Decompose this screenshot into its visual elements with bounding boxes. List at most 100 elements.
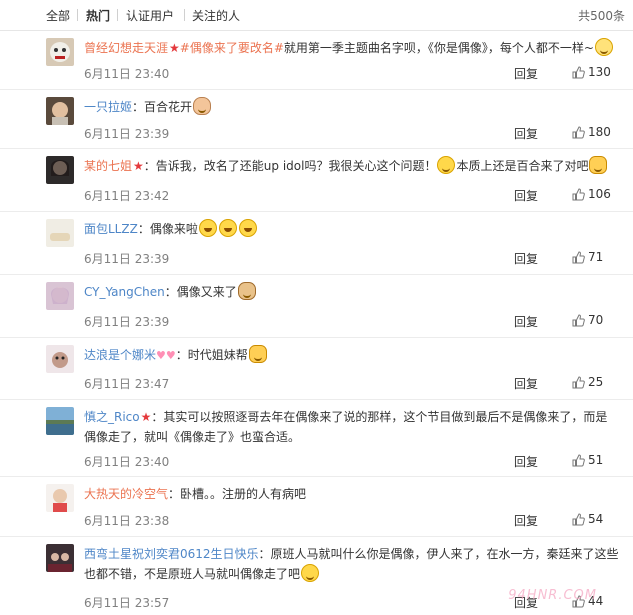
like-button[interactable]: 51 (572, 453, 603, 467)
butterfly-badge-icon: ♥♥ (156, 349, 176, 362)
thinking-emoji-icon (594, 38, 613, 56)
comment-date: 6月11日 23:39 (84, 127, 170, 141)
thumbs-up-icon (572, 187, 585, 201)
dog-emoji-icon (237, 282, 256, 300)
avatar[interactable] (46, 156, 74, 184)
topic-link[interactable]: #偶像来了要改名# (180, 41, 284, 55)
comment-date: 6月11日 23:40 (84, 455, 170, 469)
like-button[interactable]: 70 (572, 313, 603, 327)
tab-divider (117, 9, 118, 21)
comment-body: 一只拉姬：百合花开 (84, 97, 619, 117)
comment-item: CY_YangChen：偶像又来了 6月11日 23:39 回复 70 (0, 274, 633, 338)
reply-button[interactable]: 回复 (514, 187, 538, 204)
like-count: 71 (588, 250, 604, 264)
comment-username[interactable]: 一只拉姬 (84, 100, 132, 114)
comment-username[interactable]: 达浪是个娜米 (84, 348, 156, 362)
like-count: 51 (588, 453, 604, 467)
reply-button[interactable]: 回复 (514, 313, 538, 330)
comment-item: 某的七姐★：告诉我，改名了还能up idol吗？我很关心这个问题！ 本质上还是百合… (0, 148, 633, 212)
comment-total-count: 共500条 (578, 9, 625, 23)
reply-button[interactable]: 回复 (514, 453, 538, 470)
like-button[interactable]: 130 (572, 65, 611, 79)
comment-body: CY_YangChen：偶像又来了 (84, 282, 619, 302)
thumbs-up-icon (572, 512, 585, 526)
cat-emoji-icon (248, 345, 267, 363)
like-count: 54 (588, 512, 604, 526)
comment-body: 达浪是个娜米♥♥：时代姐妹帮 (84, 345, 619, 366)
comment-date: 6月11日 23:42 (84, 189, 170, 203)
tab-verified[interactable]: 认证用户 (126, 7, 174, 24)
comment-text: ：时代姐妹帮 (175, 348, 248, 362)
comment-username[interactable]: 大热天的冷空气 (84, 487, 168, 501)
comment-text: ：百合花开 (132, 100, 193, 114)
comment-username[interactable]: 慎之_Rico (84, 410, 140, 424)
thumbs-up-icon (572, 65, 585, 79)
avatar[interactable] (46, 484, 74, 512)
thumbs-up-icon (572, 125, 585, 139)
tab-hot[interactable]: 热门 (86, 7, 110, 24)
comment-text: ：偶像来啦 (137, 222, 198, 236)
comment-filter-tabs: 全部 热门 认证用户 关注的人 共500条 (0, 0, 633, 31)
like-count: 70 (588, 313, 604, 327)
comment-body: 某的七姐★：告诉我，改名了还能up idol吗？我很关心这个问题！ 本质上还是百合… (84, 156, 619, 176)
comment-date: 6月11日 23:40 (84, 67, 170, 81)
like-button[interactable]: 106 (572, 187, 611, 201)
like-count: 25 (588, 375, 604, 389)
laughing-emoji-icon (198, 219, 217, 237)
like-count: 106 (588, 187, 611, 201)
smile-emoji-icon (437, 156, 456, 174)
avatar[interactable] (46, 219, 74, 247)
comment-date: 6月11日 23:57 (84, 596, 170, 610)
vip-star-icon: ★ (133, 159, 144, 173)
thumbs-up-icon (572, 250, 585, 264)
comment-item: 大热天的冷空气：卧槽。。注册的人有病吧 6月11日 23:38 回复 54 (0, 476, 633, 537)
like-button[interactable]: 25 (572, 375, 603, 389)
like-button[interactable]: 180 (572, 125, 611, 139)
smile-emoji-icon (301, 564, 320, 582)
reply-button[interactable]: 回复 (514, 65, 538, 82)
cat-emoji-icon (589, 156, 608, 174)
tab-divider (184, 9, 185, 21)
comment-username[interactable]: 曾经幻想走天涯 (84, 41, 168, 55)
comment-text: ：其实可以按照逐哥去年在偶像来了说的那样，这个节目做到最后不是偶像来了，而是偶像… (84, 410, 608, 444)
comment-username[interactable]: 某的七姐 (84, 159, 132, 173)
like-count: 180 (588, 125, 611, 139)
avatar[interactable] (46, 97, 74, 125)
avatar[interactable] (46, 38, 74, 66)
like-button[interactable]: 71 (572, 250, 603, 264)
reply-button[interactable]: 回复 (514, 375, 538, 392)
like-button[interactable]: 54 (572, 512, 603, 526)
reply-button[interactable]: 回复 (514, 512, 538, 529)
avatar[interactable] (46, 544, 74, 572)
comment-item: 西弯土星祝刘奕君0612生日快乐：原班人马就叫什么你是偶像，伊人来了，在水一方，… (0, 536, 633, 615)
thumbs-up-icon (572, 453, 585, 467)
thumbs-up-icon (572, 375, 585, 389)
comment-text: ：偶像又来了 (164, 285, 237, 299)
reply-button[interactable]: 回复 (514, 125, 538, 142)
comment-item: 达浪是个娜米♥♥：时代姐妹帮 6月11日 23:47 回复 25 (0, 337, 633, 400)
comment-body: 大热天的冷空气：卧槽。。注册的人有病吧 (84, 484, 619, 504)
avatar[interactable] (46, 345, 74, 373)
comment-username[interactable]: 西弯土星祝刘奕君0612生日快乐 (84, 547, 259, 561)
comment-text: ：卧槽。。注册的人有病吧 (168, 487, 307, 501)
avatar[interactable] (46, 282, 74, 310)
comment-text-continued: 本质上还是百合来了对吧 (456, 159, 589, 173)
comment-username[interactable]: CY_YangChen (84, 285, 165, 299)
comment-username[interactable]: 面包LLZZ (84, 222, 138, 236)
comment-date: 6月11日 23:47 (84, 377, 170, 391)
comment-body: 面包LLZZ：偶像来啦 (84, 219, 619, 239)
comment-body: 慎之_Rico★：其实可以按照逐哥去年在偶像来了说的那样，这个节目做到最后不是偶… (84, 407, 619, 447)
comment-item: 面包LLZZ：偶像来啦 6月11日 23:39 回复 71 (0, 211, 633, 275)
vip-star-icon: ★ (140, 410, 152, 424)
site-watermark: 94HNR.COM (508, 588, 597, 603)
comment-date: 6月11日 23:39 (84, 252, 170, 266)
reply-button[interactable]: 回复 (514, 250, 538, 267)
laughing-emoji-icon (238, 219, 257, 237)
vip-star-icon: ★ (169, 41, 180, 55)
comment-item: 一只拉姬：百合花开 6月11日 23:39 回复 180 (0, 89, 633, 149)
avatar[interactable] (46, 407, 74, 435)
like-count: 130 (588, 65, 611, 79)
tab-all[interactable]: 全部 (46, 7, 70, 24)
tab-following[interactable]: 关注的人 (192, 7, 240, 24)
comment-date: 6月11日 23:38 (84, 514, 170, 528)
